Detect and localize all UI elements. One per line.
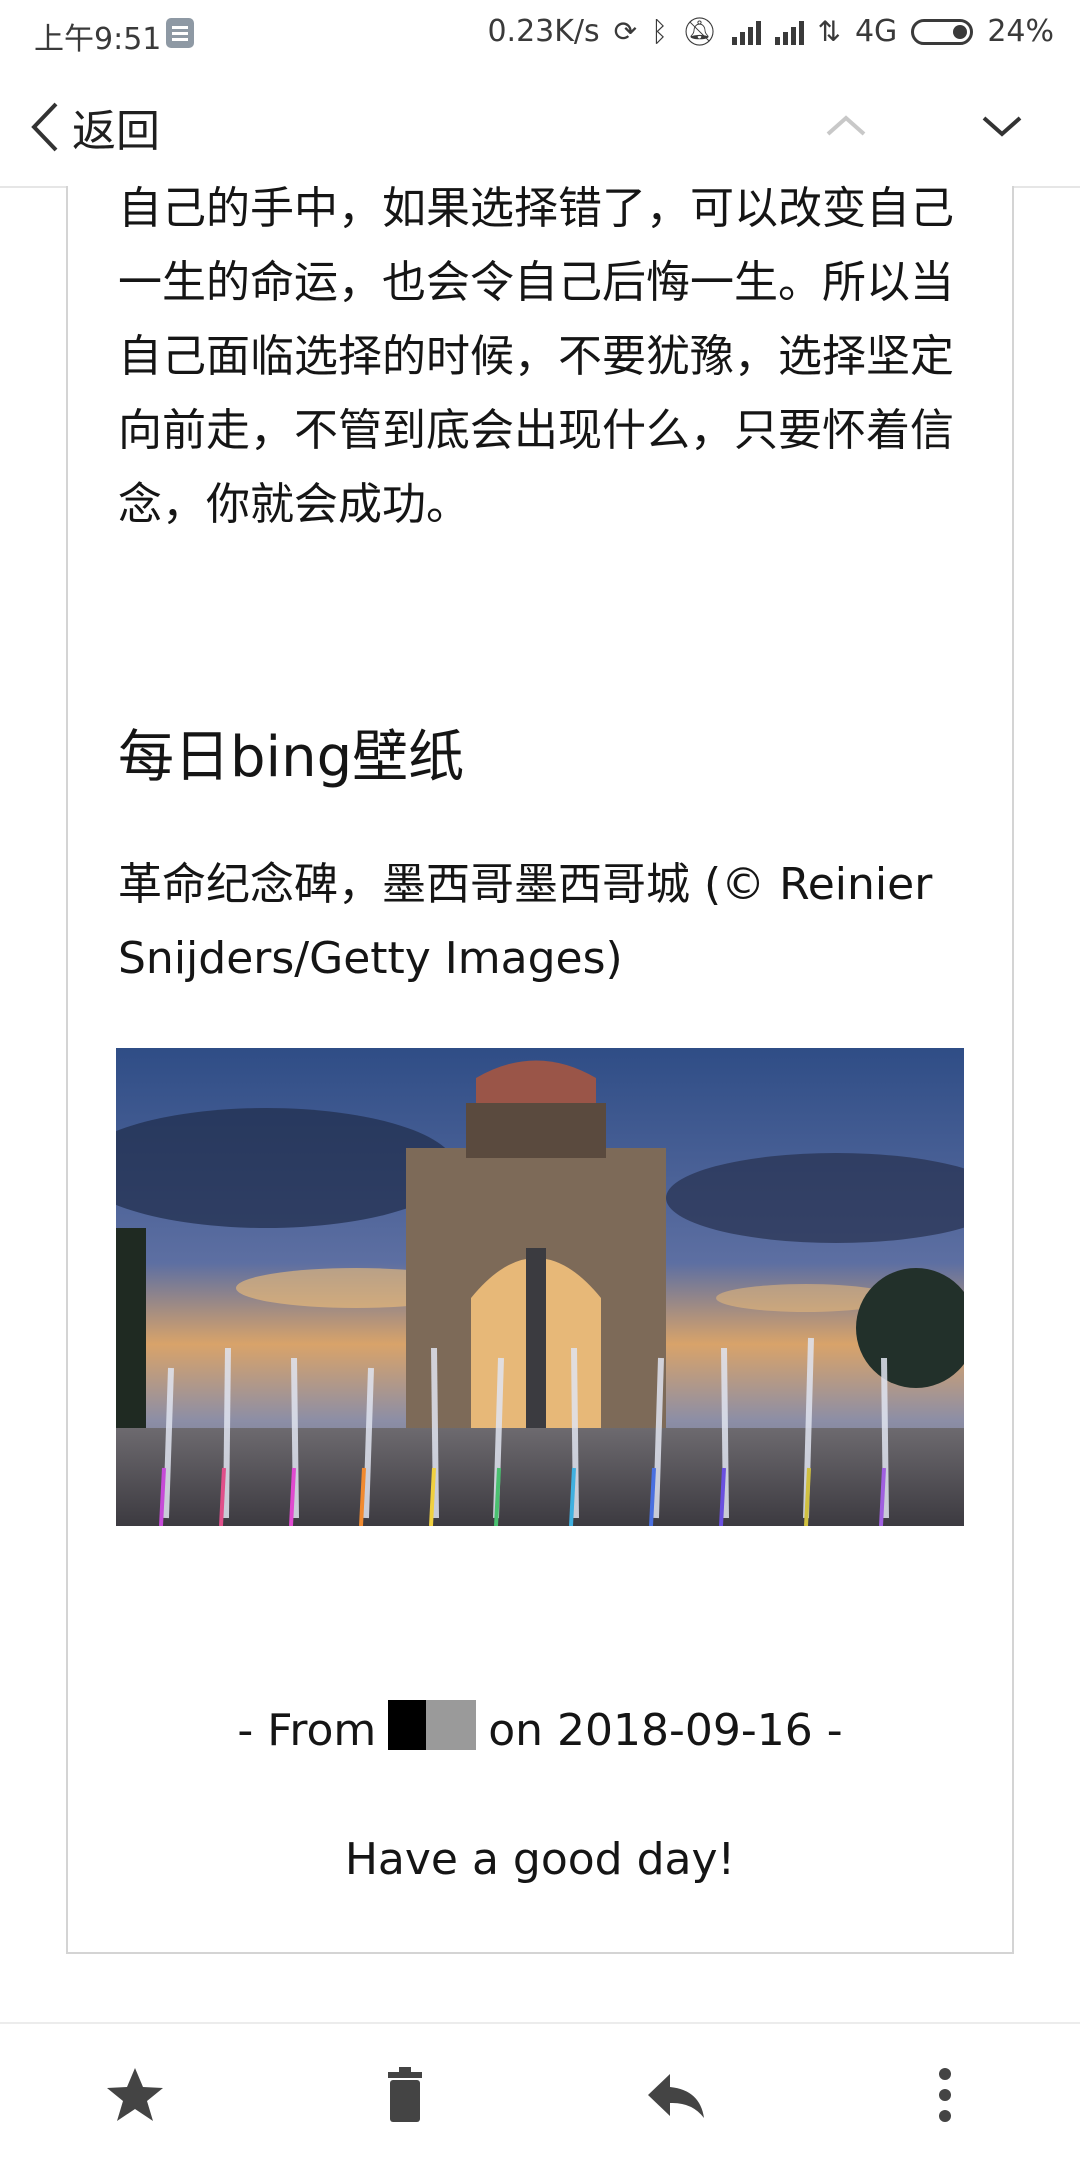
battery-icon	[911, 18, 974, 45]
next-message-icon[interactable]	[972, 96, 1032, 156]
network-type: 4G	[854, 14, 898, 49]
previous-message-icon[interactable]	[816, 96, 876, 156]
back-button[interactable]: 返回	[30, 92, 160, 162]
from-suffix: on 2018-09-16 -	[488, 1705, 843, 1756]
top-nav: 返回	[0, 66, 1080, 188]
back-label: 返回	[72, 106, 160, 157]
delete-icon[interactable]	[370, 2060, 440, 2130]
hd-signal-icon	[774, 19, 804, 45]
status-indicators: 0.23K/s ⟳ ᛒ 🔕︎ ⇅ 4G 24%	[487, 14, 1054, 49]
mute-icon: 🔕︎	[681, 15, 718, 48]
article-paragraph: 自己的手中，如果选择错了，可以改变自己一生的命运，也会令自己后悔一生。所以当自己…	[118, 183, 954, 530]
data-icon: ⇅	[817, 15, 841, 48]
back-chevron-icon	[31, 102, 58, 152]
from-prefix: - From	[237, 1705, 377, 1756]
section-title: 每日bing壁纸	[118, 725, 465, 790]
bottom-action-bar	[0, 2022, 1080, 2162]
status-time: 上午9:51	[34, 22, 162, 57]
bing-wallpaper-image[interactable]	[116, 1048, 964, 1526]
network-speed: 0.23K/s	[487, 14, 600, 49]
reply-icon[interactable]	[640, 2060, 710, 2130]
notification-app-icon	[166, 18, 194, 48]
bluetooth-icon: ᛒ	[651, 15, 668, 48]
greeting: Have a good day!	[344, 1834, 736, 1885]
sync-icon: ⟳	[613, 15, 638, 48]
status-bar: 上午9:51 0.23K/s ⟳ ᛒ 🔕︎ ⇅ 4G 24%	[0, 0, 1080, 66]
image-caption: 革命纪念碑，墨西哥墨西哥城 (© Reinier Snijders/Getty …	[118, 859, 933, 984]
more-options-icon[interactable]	[910, 2060, 980, 2130]
star-icon[interactable]	[100, 2060, 170, 2130]
from-line: - From on 2018-09-16 -	[66, 1700, 1014, 1761]
redacted-sender	[388, 1700, 477, 1761]
signal-icon	[731, 19, 761, 45]
battery-percent: 24%	[987, 14, 1054, 49]
